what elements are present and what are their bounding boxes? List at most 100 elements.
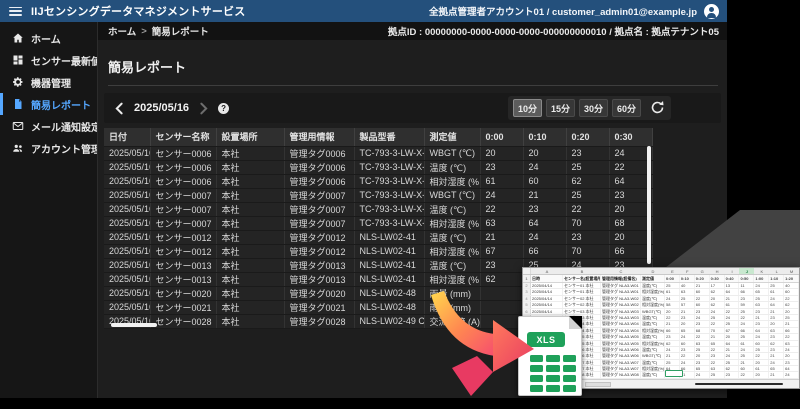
table-cell: 60 bbox=[523, 174, 566, 188]
table-cell: センサー0006 bbox=[150, 174, 216, 188]
excel-cell: 管理タグ NLA3-W02 bbox=[601, 296, 641, 301]
excel-cell: 24 bbox=[665, 296, 680, 301]
header-right: 全拠点管理者アカウント01 / customer_admin01@example… bbox=[429, 4, 719, 19]
question-circle-icon[interactable]: ? bbox=[218, 103, 229, 114]
table-cell: 2025/05/16 bbox=[104, 216, 150, 230]
sidebar-item-sensor-latest[interactable]: センサー最新値一覧 bbox=[0, 49, 97, 71]
excel-cell: 64 bbox=[769, 302, 784, 307]
table-cell: 管理タグ0012 bbox=[284, 244, 354, 258]
sidebar-item-mail-settings[interactable]: メール通知設定 bbox=[0, 115, 97, 137]
excel-cell: 23 bbox=[710, 353, 725, 358]
column-header: 日付 bbox=[104, 128, 150, 146]
table-cell: 管理タグ0013 bbox=[284, 272, 354, 286]
excel-cell: 2025/04/14 bbox=[531, 289, 563, 294]
hamburger-icon[interactable] bbox=[9, 7, 22, 16]
table-horizontal-scrollbar[interactable] bbox=[111, 323, 157, 327]
excel-cell: 62 bbox=[784, 302, 799, 307]
interval-button-0[interactable]: 10分 bbox=[513, 99, 542, 117]
table-cell: 本社 bbox=[216, 300, 284, 314]
excel-cell: センサー01 本社 bbox=[563, 283, 601, 288]
excel-cell: 58 bbox=[665, 302, 680, 307]
header-left: IIJセンシングデータマネジメントサービス bbox=[9, 3, 245, 19]
excel-cell: 22 bbox=[710, 360, 725, 365]
excel-cell: 管理タグ NLA3-W01 bbox=[601, 289, 641, 294]
excel-cell: 温度(℃) bbox=[641, 360, 665, 365]
table-cell: 本社 bbox=[216, 216, 284, 230]
excel-cell: 相対湿度(%) bbox=[641, 328, 665, 333]
column-header: 管理用情報 bbox=[284, 128, 354, 146]
chevron-right-icon[interactable] bbox=[197, 102, 210, 115]
excel-cell: 66 bbox=[739, 328, 754, 333]
excel-cell: 管理タグ NLA3-W06 bbox=[601, 353, 641, 358]
sidebar-item-label: 機器管理 bbox=[31, 75, 71, 90]
gear-icon bbox=[12, 76, 24, 88]
excel-column-letter: G bbox=[695, 268, 710, 274]
account-info: 全拠点管理者アカウント01 / customer_admin01@example… bbox=[429, 4, 697, 18]
excel-cell: 22 bbox=[725, 309, 740, 314]
excel-cell: 21 bbox=[725, 347, 740, 352]
table-cell: WBGT (℃) bbox=[424, 146, 480, 160]
table-cell: センサー0021 bbox=[150, 300, 216, 314]
excel-cell: 25 bbox=[680, 296, 695, 301]
table-cell: 64 bbox=[609, 174, 652, 188]
table-cell: 相対湿度 (%… bbox=[424, 174, 480, 188]
excel-cell: 24 bbox=[739, 347, 754, 352]
sidebar-item-label: 簡易レポート bbox=[31, 97, 91, 112]
table-cell: 22 bbox=[609, 160, 652, 174]
table-cell: 本社 bbox=[216, 202, 284, 216]
table-cell: 本社 bbox=[216, 258, 284, 272]
excel-cell: 管理タグ NLA3-W06 bbox=[601, 347, 641, 352]
person-circle-icon[interactable] bbox=[704, 4, 719, 19]
excel-cell: 25 bbox=[739, 353, 754, 358]
table-cell: 管理タグ0028 bbox=[284, 314, 354, 328]
excel-cell: 25 bbox=[754, 347, 769, 352]
excel-cell: 24 bbox=[725, 315, 740, 320]
sidebar-item-home[interactable]: ホーム bbox=[0, 27, 97, 49]
excel-cell: 60 bbox=[680, 341, 695, 346]
chevron-left-icon[interactable] bbox=[113, 102, 126, 115]
table-cell: 温度 (℃) bbox=[424, 202, 480, 216]
table-cell: TC-793-3-LW-X-57 bbox=[354, 202, 424, 216]
excel-header-cell: 1:00 bbox=[754, 275, 769, 282]
excel-cell: 64 bbox=[725, 289, 740, 294]
table-cell: NLS-LW02-41 bbox=[354, 230, 424, 244]
sidebar-item-simple-report[interactable]: 簡易レポート bbox=[0, 93, 97, 115]
table-cell: 68 bbox=[609, 216, 652, 230]
table-cell: 63 bbox=[480, 216, 523, 230]
excel-cell: 管理タグ NLA3-W04 bbox=[601, 328, 641, 333]
excel-cell: 62 bbox=[665, 341, 680, 346]
excel-cell: 23 bbox=[784, 360, 799, 365]
excel-cell: 17 bbox=[710, 283, 725, 288]
excel-cell: 40 bbox=[680, 283, 695, 288]
table-cell: 本社 bbox=[216, 160, 284, 174]
excel-cell: 59 bbox=[739, 302, 754, 307]
sidebar-item-device-mgmt[interactable]: 機器管理 bbox=[0, 71, 97, 93]
excel-cell: 22 bbox=[739, 372, 754, 377]
table-vertical-scrollbar[interactable] bbox=[647, 146, 651, 264]
table-cell: 2025/05/16 bbox=[104, 146, 150, 160]
table-cell: 2025/05/16 bbox=[104, 286, 150, 300]
excel-column-letter: C bbox=[601, 268, 641, 274]
excel-cell: 25 bbox=[754, 296, 769, 301]
excel-cell: 63 bbox=[710, 366, 725, 371]
report-date: 2025/05/16 bbox=[134, 102, 189, 114]
excel-cell: 62 bbox=[769, 341, 784, 346]
interval-button-1[interactable]: 15分 bbox=[546, 99, 575, 117]
table-cell: NLS-LW02-41 bbox=[354, 272, 424, 286]
excel-cell: 23 bbox=[739, 296, 754, 301]
table-header-row: 日付センサー名称設置場所管理用情報製品型番測定値0:000:100:200:30 bbox=[104, 128, 652, 146]
excel-header-cell: 日時 bbox=[531, 275, 563, 282]
interval-button-2[interactable]: 30分 bbox=[579, 99, 608, 117]
excel-cell: 66 bbox=[784, 328, 799, 333]
sidebar-item-account-mgmt[interactable]: アカウント管理 bbox=[0, 137, 97, 159]
breadcrumb-home[interactable]: ホーム bbox=[108, 24, 136, 38]
excel-row-number: 4 bbox=[523, 296, 531, 301]
interval-button-3[interactable]: 60分 bbox=[612, 99, 641, 117]
table-cell: センサー0012 bbox=[150, 230, 216, 244]
refresh-icon[interactable] bbox=[650, 100, 666, 116]
table-row: 2025/05/16センサー0012本社管理タグ0012NLS-LW02-41温… bbox=[104, 230, 652, 244]
column-header: 0:10 bbox=[523, 128, 566, 146]
excel-cell: 温度(℃) bbox=[641, 315, 665, 320]
excel-header-cell: 0:50 bbox=[739, 275, 754, 282]
table-cell: 66 bbox=[609, 244, 652, 258]
